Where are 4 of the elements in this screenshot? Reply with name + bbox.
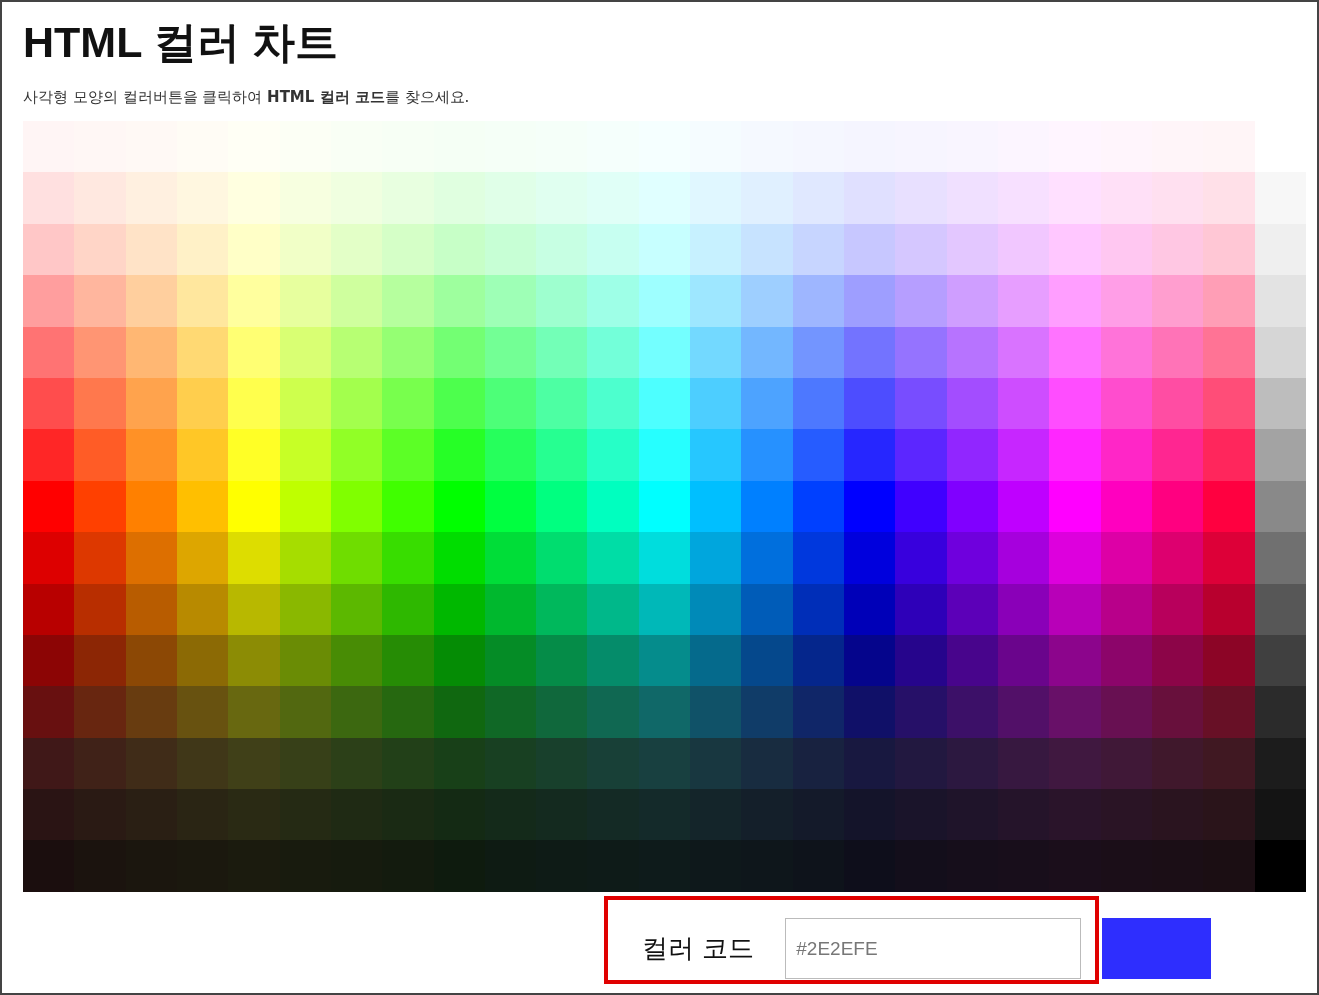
description-text: 사각형 모양의 컬러버튼을 클릭하여 HTML 컬러 코드를 찾으세요. <box>23 87 471 107</box>
page-title: HTML 컬러 차트 <box>23 17 339 68</box>
color-code-label: 컬러 코드 <box>642 932 755 966</box>
color-code-field[interactable]: #2E2EFE <box>785 918 1082 980</box>
